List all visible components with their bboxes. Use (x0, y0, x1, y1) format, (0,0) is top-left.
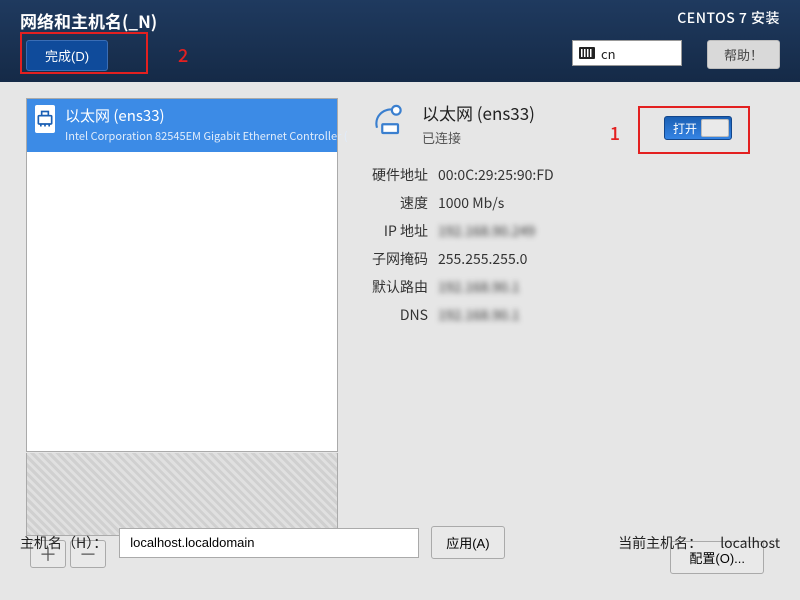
dns-value: 192.168.90.1 (438, 305, 520, 325)
row-subnet-mask: 子网掩码 255.255.255.0 (358, 249, 770, 269)
connection-info-table: 硬件地址 00:0C:29:25:90:FD 速度 1000 Mb/s IP 地… (358, 165, 770, 325)
main-content: 以太网 (ens33) Intel Corporation 82545EM Gi… (0, 82, 800, 98)
dns-label: DNS (358, 305, 428, 325)
device-list-text: 以太网 (ens33) Intel Corporation 82545EM Gi… (65, 105, 348, 144)
device-name: 以太网 (ens33) (65, 105, 348, 126)
row-hardware-address: 硬件地址 00:0C:29:25:90:FD (358, 165, 770, 185)
annotation-label-2: 2 (178, 42, 188, 68)
hw-value: 00:0C:29:25:90:FD (438, 165, 554, 185)
row-default-gateway: 默认路由 192.168.90.1 (358, 277, 770, 297)
annotation-box-1 (638, 106, 750, 154)
ip-label: IP 地址 (358, 221, 428, 241)
hw-label: 硬件地址 (358, 165, 428, 185)
keyboard-icon (579, 47, 595, 59)
row-dns: DNS 192.168.90.1 (358, 305, 770, 325)
installer-title: CENTOS 7 安装 (677, 8, 780, 28)
installer-header: 网络和主机名(_N) 完成(D) 2 CENTOS 7 安装 cn 帮助！ (0, 0, 800, 82)
gw-value: 192.168.90.1 (438, 277, 520, 297)
device-description: Intel Corporation 82545EM Gigabit Ethern… (65, 128, 348, 144)
device-list-item[interactable]: 以太网 (ens33) Intel Corporation 82545EM Gi… (27, 99, 337, 152)
row-speed: 速度 1000 Mb/s (358, 193, 770, 213)
hostname-label: 主机名（H）： (20, 533, 107, 553)
help-button[interactable]: 帮助！ (707, 40, 780, 69)
annotation-label-1: 1 (610, 120, 620, 146)
speed-value: 1000 Mb/s (438, 193, 504, 213)
ip-value: 192.168.90.249 (438, 221, 535, 241)
spoke-title: 网络和主机名(_N) (20, 8, 157, 33)
detail-status: 已连接 (422, 128, 535, 147)
keyboard-layout-indicator[interactable]: cn (572, 40, 682, 66)
current-hostname-value: localhost (720, 533, 780, 553)
hostname-input[interactable] (119, 528, 419, 558)
detail-device-name: 以太网 (ens33) (422, 100, 535, 125)
annotation-box-2 (20, 32, 148, 74)
row-ip-address: IP 地址 192.168.90.249 (358, 221, 770, 241)
current-hostname-label: 当前主机名： (618, 533, 702, 553)
speed-label: 速度 (358, 193, 428, 213)
device-list-footer (26, 453, 338, 536)
device-detail-panel: 以太网 (ens33) 已连接 打开 1 硬件地址 00:0C:29:25:90… (370, 98, 770, 333)
gw-label: 默认路由 (358, 277, 428, 297)
hostname-row: 主机名（H）： 应用(A) 当前主机名： localhost (20, 526, 780, 559)
ethernet-large-icon (370, 98, 412, 140)
device-list[interactable]: 以太网 (ens33) Intel Corporation 82545EM Gi… (26, 98, 338, 452)
keyboard-layout-text: cn (601, 44, 616, 63)
mask-value: 255.255.255.0 (438, 249, 527, 269)
mask-label: 子网掩码 (358, 249, 428, 269)
apply-hostname-button[interactable]: 应用(A) (431, 526, 504, 559)
ethernet-icon (35, 105, 55, 133)
